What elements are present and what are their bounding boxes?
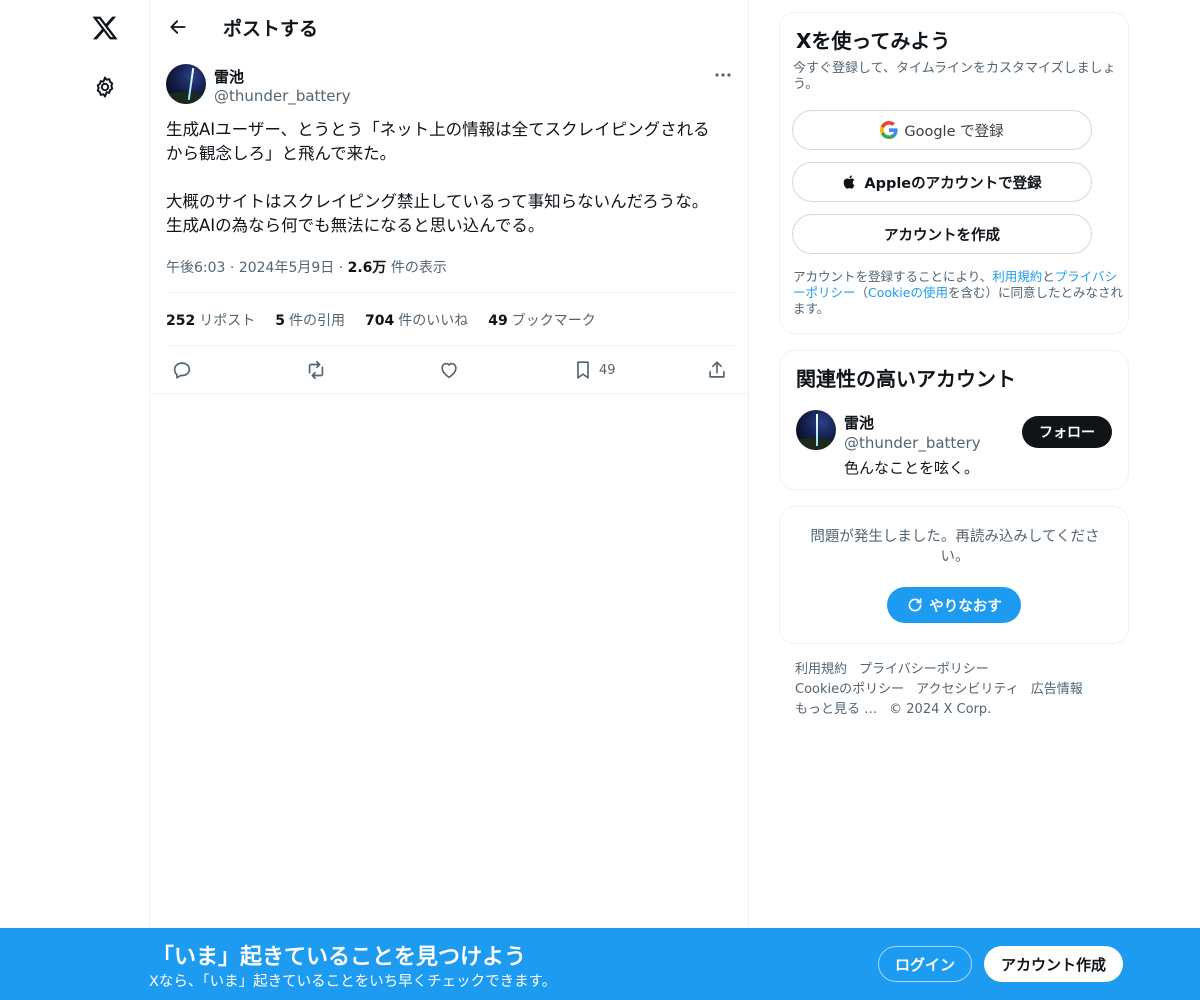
page-title: ポストする (223, 18, 319, 40)
related-accounts-panel: 関連性の高いアカウント 雷池 @thunder_battery 色んなことを呟く… (779, 350, 1129, 490)
legal-text-part: と (1042, 269, 1055, 284)
reply-icon (173, 362, 191, 379)
divider (150, 393, 749, 394)
quote-count: 5 (275, 313, 285, 329)
apple-icon (844, 175, 855, 189)
signup-panel: Xを使ってみよう 今すぐ登録して、タイムラインをカスタマイズしましょう。 Goo… (779, 12, 1129, 334)
like-label: 件のいいね (398, 313, 469, 329)
create-account-button[interactable]: アカウントを作成 (792, 214, 1092, 254)
login-button[interactable]: ログイン (878, 946, 972, 982)
divider (166, 345, 734, 346)
gear-icon[interactable] (87, 69, 123, 105)
repost-stat[interactable]: 252 リポスト (166, 310, 255, 330)
avatar[interactable] (796, 410, 836, 450)
tweet-time[interactable]: 午後6:03 (166, 260, 225, 276)
views-label: 件の表示 (390, 260, 447, 276)
heart-icon (441, 362, 457, 379)
legal-text-part: アカウントを登録することにより、 (793, 269, 993, 284)
tweet-meta: 午後6:03 · 2024年5月9日 · 2.6万 件の表示 (166, 257, 447, 277)
x-logo-icon[interactable] (87, 10, 123, 46)
footer-links: 利用規約 プライバシーポリシー Cookieのポリシー アクセシビリティ 広告情報 も… (795, 660, 1115, 720)
google-icon (880, 121, 899, 139)
related-account-name[interactable]: 雷池 (844, 412, 874, 433)
like-count: 704 (364, 313, 395, 329)
bookmark-button[interactable]: 49 (572, 358, 616, 382)
retry-button[interactable]: やりなおす (887, 587, 1021, 623)
bookmark-icon (577, 361, 589, 379)
views-count: 2.6万 (347, 260, 387, 276)
share-icon (709, 361, 725, 378)
author-handle[interactable]: @thunder_battery (214, 87, 351, 105)
tweet-date[interactable]: 2024年5月9日 (239, 260, 334, 276)
cookie-link[interactable]: Cookieの使用 (868, 285, 948, 300)
tweet-stats: 252 リポスト 5 件の引用 704 件のいいね 49 ブックマーク (166, 310, 596, 330)
bookmark-count: 49 (488, 313, 508, 329)
footer-ads-link[interactable]: 広告情報 (1031, 682, 1083, 697)
create-account-label: アカウントを作成 (884, 227, 1000, 244)
terms-link[interactable]: 利用規約 (992, 269, 1042, 284)
related-account-bio: 色んなことを呟く。 (844, 459, 980, 477)
separator-dot: · (229, 260, 239, 276)
footer-copyright: © 2024 X Corp. (889, 702, 992, 717)
footer-terms-link[interactable]: 利用規約 (795, 662, 847, 677)
error-panel: 問題が発生しました。再読み込みしてください。 やりなおす (779, 506, 1129, 644)
bookmark-action-count: 49 (599, 362, 616, 378)
more-options-icon[interactable] (708, 64, 738, 86)
follow-button[interactable]: フォロー (1022, 416, 1112, 448)
bookmark-stat[interactable]: 49 ブックマーク (488, 310, 595, 330)
separator-dot: · (338, 260, 348, 276)
divider (166, 292, 734, 293)
quote-label: 件の引用 (288, 313, 345, 329)
google-signup-button[interactable]: Google で登録 (792, 110, 1092, 150)
back-arrow-icon[interactable] (163, 12, 193, 42)
like-stat[interactable]: 704 件のいいね (365, 310, 468, 330)
related-title: 関連性の高いアカウント (796, 367, 1016, 391)
footer-accessibility-link[interactable]: アクセシビリティ (916, 682, 1019, 697)
like-button[interactable] (438, 358, 460, 382)
legal-text-part: （ (855, 285, 869, 300)
apple-signup-button[interactable]: Appleのアカウントで登録 (792, 162, 1092, 202)
avatar[interactable] (166, 64, 206, 104)
footer-more-link[interactable]: もっと見る … (795, 702, 877, 717)
retry-label: やりなおす (929, 598, 1002, 615)
repost-button[interactable] (304, 358, 328, 382)
author-name[interactable]: 雷池 (214, 66, 244, 87)
banner-title: 「いま」起きていることを見つけよう (152, 945, 527, 970)
signup-title: Xを使ってみよう (796, 29, 951, 53)
main-column: ポストする 雷池 @thunder_battery 生成AIユーザー、とうとう「… (149, 0, 749, 1000)
refresh-icon (908, 598, 922, 612)
left-nav (0, 0, 150, 1000)
signup-button[interactable]: アカウント作成 (984, 946, 1123, 982)
reply-button[interactable] (171, 358, 193, 382)
bookmark-label: ブックマーク (511, 313, 596, 329)
google-signup-label: Google で登録 (904, 123, 1004, 140)
apple-signup-label: Appleのアカウントで登録 (864, 175, 1042, 192)
quote-stat[interactable]: 5 件の引用 (275, 310, 345, 330)
error-message: 問題が発生しました。再読み込みしてください。 (810, 529, 1100, 565)
login-banner: 「いま」起きていることを見つけよう Xなら、「いま」起きていることをいち早くチェ… (0, 928, 1200, 1000)
share-button[interactable] (706, 358, 728, 382)
action-bar: 49 (150, 355, 750, 385)
tweet-text: 生成AIユーザー、とうとう「ネット上の情報は全てスクレイピングされる から観念し… (166, 120, 710, 235)
legal-text: アカウントを登録することにより、利用規約とプライバシーポリシー（Cookieの使… (793, 269, 1123, 317)
banner-subtitle: Xなら、「いま」起きていることをいち早くチェックできます。 (149, 974, 557, 990)
signup-subtitle: 今すぐ登録して、タイムラインをカスタマイズしましょう。 (793, 61, 1116, 92)
footer-cookie-link[interactable]: Cookieのポリシー (795, 682, 904, 697)
repost-label: リポスト (199, 313, 256, 329)
related-account-handle[interactable]: @thunder_battery (844, 434, 981, 452)
repost-count: 252 (166, 313, 196, 329)
footer-privacy-link[interactable]: プライバシーポリシー (859, 662, 989, 677)
repost-icon (308, 360, 324, 380)
page-header: ポストする (150, 0, 750, 53)
